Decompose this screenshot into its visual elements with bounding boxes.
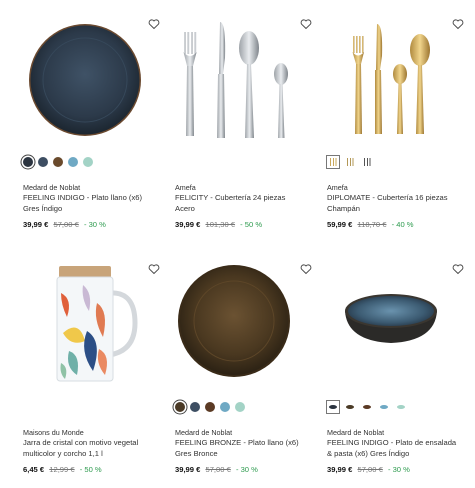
color-swatches <box>23 400 153 414</box>
heart-outline-icon[interactable] <box>300 18 312 30</box>
current-price: 39,99 € <box>175 220 201 229</box>
color-swatch[interactable] <box>205 402 215 412</box>
variant-thumbnail[interactable] <box>344 401 356 413</box>
discount-badge: - 50 % <box>79 465 102 474</box>
product-image[interactable] <box>327 263 464 398</box>
price-row: 39,99 € 57,00 € - 30 % <box>175 465 305 475</box>
heart-outline-icon[interactable] <box>452 263 464 275</box>
product-title[interactable]: FEELING BRONZE - Plato llano (x6) Gres B… <box>175 438 305 459</box>
indigo-plate-image <box>29 24 141 136</box>
product-brand: Maisons du Monde <box>23 428 84 437</box>
price-row: 6,45 € 12,99 € - 50 % <box>23 465 153 475</box>
color-swatches <box>23 155 153 169</box>
variant-thumbnails <box>326 155 457 169</box>
gold-cutlery-thumb-icon <box>330 158 337 166</box>
discount-badge: - 30 % <box>387 465 410 474</box>
bowl-thumb-icon <box>346 405 354 409</box>
color-swatch[interactable] <box>220 402 230 412</box>
color-swatch[interactable] <box>83 157 93 167</box>
product-image[interactable] <box>327 18 464 153</box>
product-card[interactable]: Medard de Noblat FEELING BRONZE - Plato … <box>175 263 312 475</box>
color-swatches <box>175 155 305 169</box>
variant-thumbnail[interactable] <box>344 156 356 168</box>
product-image[interactable] <box>23 263 160 398</box>
gold-cutlery-thumb-icon <box>347 158 354 166</box>
heart-outline-icon[interactable] <box>148 263 160 275</box>
variant-thumbnail[interactable] <box>361 401 373 413</box>
variant-thumbnail[interactable] <box>326 155 340 169</box>
gold-cutlery-image <box>352 24 430 134</box>
price-row: 39,99 € 57,00 € - 30 % <box>327 465 457 475</box>
indigo-bowl-image <box>345 294 437 343</box>
current-price: 39,99 € <box>23 220 49 229</box>
bowl-thumb-icon <box>363 405 371 409</box>
current-price: 6,45 € <box>23 465 45 474</box>
discount-badge: - 30 % <box>235 465 258 474</box>
product-title[interactable]: FEELING INDIGO - Plato de ensalada & pas… <box>327 438 457 459</box>
product-brand: Amefa <box>327 183 348 192</box>
color-swatch[interactable] <box>38 157 48 167</box>
steel-cutlery-image <box>183 22 288 138</box>
color-swatch[interactable] <box>235 402 245 412</box>
variant-thumbnail[interactable] <box>395 401 407 413</box>
old-price: 57,00 € <box>205 465 231 474</box>
heart-outline-icon[interactable] <box>452 18 464 30</box>
color-swatch[interactable] <box>175 402 185 412</box>
bowl-thumb-icon <box>380 405 388 409</box>
price-row: 39,99 € 101,30 € - 50 % <box>175 220 305 230</box>
product-brand: Medard de Noblat <box>327 428 385 437</box>
discount-badge: - 40 % <box>391 220 414 229</box>
product-image[interactable] <box>23 18 160 153</box>
bowl-thumb-icon <box>329 405 337 409</box>
glass-jug-image <box>56 266 138 382</box>
product-title[interactable]: FELICITY - Cubertería 24 piezas Acero <box>175 193 305 214</box>
color-swatch[interactable] <box>68 157 78 167</box>
discount-badge: - 30 % <box>83 220 106 229</box>
product-card[interactable]: Medard de Noblat FEELING INDIGO - Plato … <box>23 18 160 230</box>
heart-outline-icon[interactable] <box>148 18 160 30</box>
product-brand: Medard de Noblat <box>175 428 233 437</box>
variant-thumbnails <box>326 400 457 414</box>
product-title[interactable]: DIPLOMATE - Cubertería 16 piezas Champán <box>327 193 457 214</box>
variant-thumbnail[interactable] <box>361 156 373 168</box>
old-price: 118,70 € <box>357 220 387 229</box>
bowl-thumb-icon <box>397 405 405 409</box>
product-card[interactable]: Amefa DIPLOMATE - Cubertería 16 piezas C… <box>326 18 464 230</box>
current-price: 59,99 € <box>327 220 353 229</box>
dark-cutlery-thumb-icon <box>364 158 371 166</box>
discount-badge: - 50 % <box>240 220 263 229</box>
product-card[interactable]: Maisons du Monde Jarra de cristal con mo… <box>23 263 160 475</box>
product-title[interactable]: Jarra de cristal con motivo vegetal mult… <box>23 438 153 459</box>
old-price: 12,99 € <box>49 465 75 474</box>
color-swatches <box>175 400 305 414</box>
heart-outline-icon[interactable] <box>300 263 312 275</box>
old-price: 101,30 € <box>205 220 236 229</box>
variant-thumbnail[interactable] <box>326 400 340 414</box>
product-title[interactable]: FEELING INDIGO - Plato llano (x6) Gres Í… <box>23 193 153 214</box>
product-card[interactable]: Medard de Noblat FEELING INDIGO - Plato … <box>326 263 464 475</box>
old-price: 57,00 € <box>357 465 383 474</box>
product-image[interactable] <box>175 18 312 153</box>
color-swatch[interactable] <box>190 402 200 412</box>
color-swatch[interactable] <box>53 157 63 167</box>
variant-thumbnail[interactable] <box>378 401 390 413</box>
product-image[interactable] <box>175 263 312 398</box>
color-swatch[interactable] <box>23 157 33 167</box>
product-brand: Medard de Noblat <box>23 183 81 192</box>
product-brand: Amefa <box>175 183 196 192</box>
bronze-plate-image <box>178 265 290 377</box>
old-price: 57,00 € <box>53 220 79 229</box>
product-card[interactable]: Amefa FELICITY - Cubertería 24 piezas Ac… <box>175 18 312 230</box>
current-price: 39,99 € <box>175 465 201 474</box>
price-row: 39,99 € 57,00 € - 30 % <box>23 220 153 230</box>
price-row: 59,99 € 118,70 € - 40 % <box>327 220 457 230</box>
current-price: 39,99 € <box>327 465 353 474</box>
